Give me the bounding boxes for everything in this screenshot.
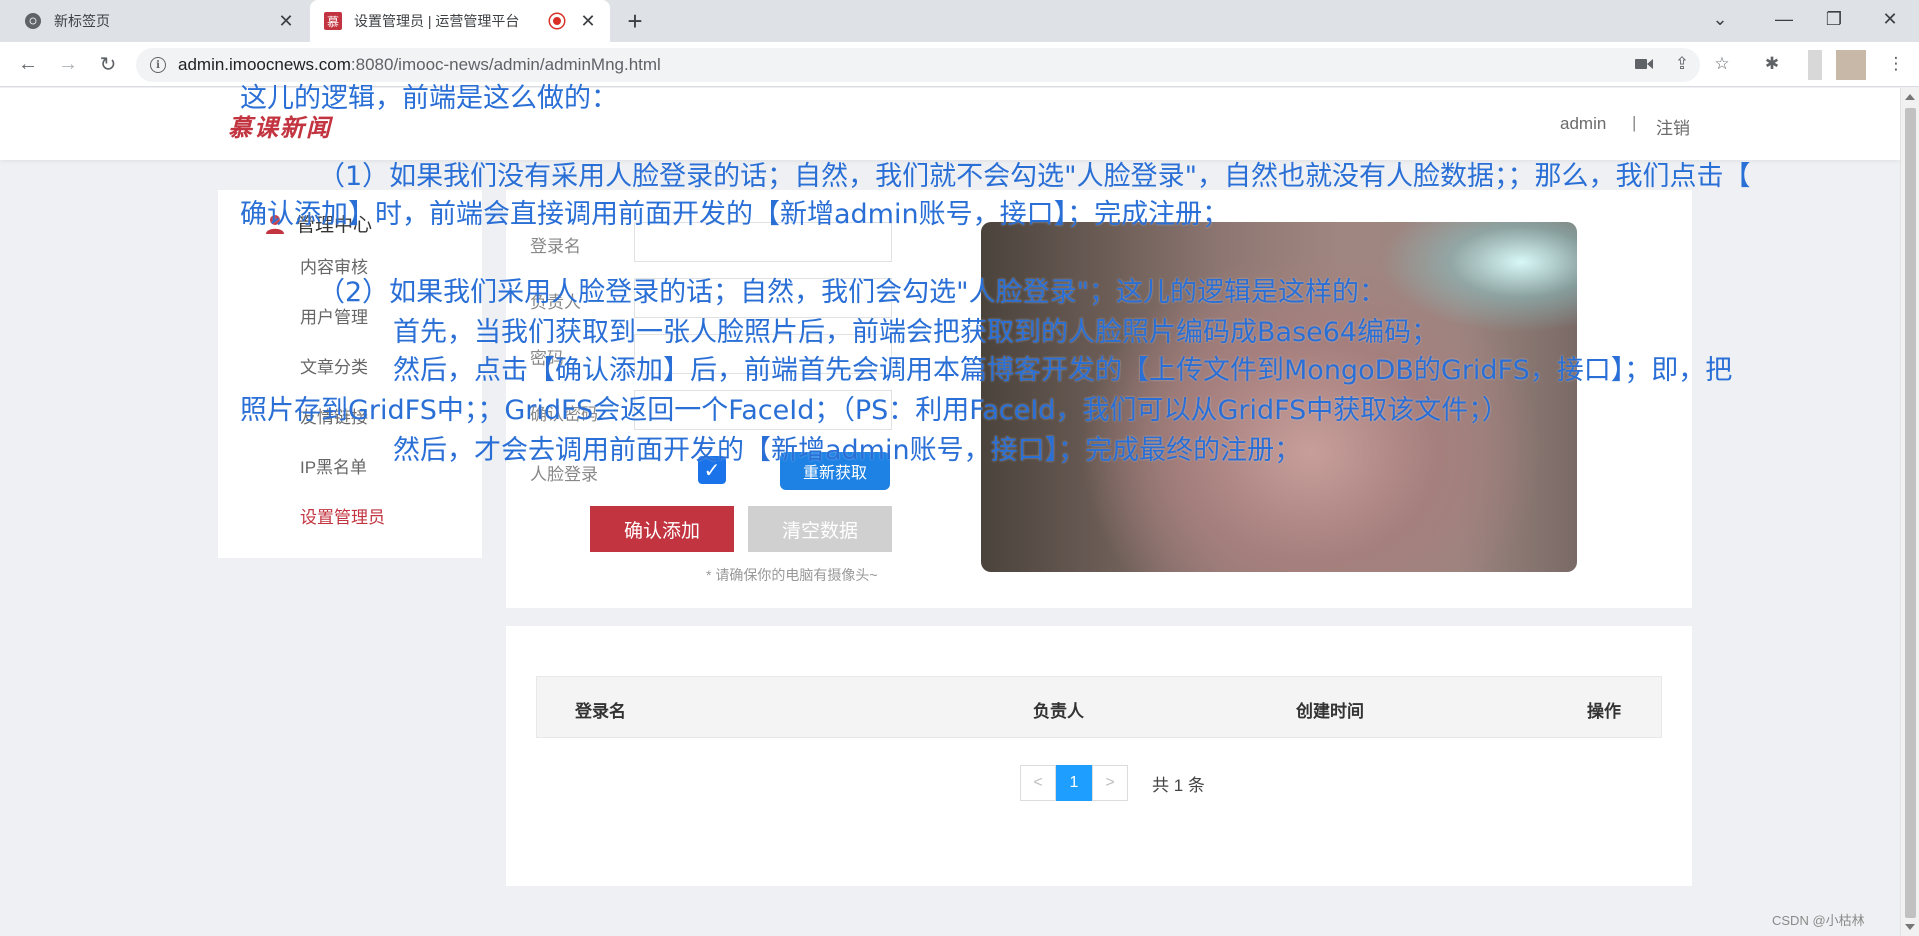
scroll-down-icon[interactable]: [1905, 924, 1915, 930]
tab-close-icon[interactable]: ✕: [578, 11, 598, 32]
recording-indicator-icon: [550, 14, 564, 28]
back-arrow-icon[interactable]: ←: [14, 50, 42, 78]
bookmark-star-icon[interactable]: ☆: [1710, 52, 1734, 76]
admin-list-card: 登录名 负责人 创建时间 操作 < 1 > 共 1 条: [506, 626, 1692, 886]
sidebar-item-article-category[interactable]: 文章分类: [300, 353, 368, 378]
minimize-button[interactable]: —: [1756, 0, 1812, 38]
annotation-line: 首先，当我们获取到一张人脸照片后，前端会把获取到的人脸照片编码成Base64编码…: [393, 317, 1439, 348]
annotation-line: （2）如果我们采用人脸登录的话；自然，我们会勾选"人脸登录"；这儿的逻辑是这样的…: [318, 277, 1387, 308]
annotation-line: （1）如果我们没有采用人脸登录的话；自然，我们就不会勾选"人脸登录"，自然也就没…: [318, 161, 1751, 192]
column-owner: 负责人: [1033, 702, 1084, 721]
annotation-line: 确认添加】时，前端会直接调用前面开发的【新增admin账号，接口】；完成注册；: [240, 199, 1230, 230]
extensions-puzzle-icon[interactable]: ✱: [1760, 52, 1784, 76]
scroll-up-icon[interactable]: [1905, 94, 1915, 100]
annotation-line: 这儿的逻辑，前端是这么做的：: [240, 83, 618, 114]
pagination: < 1 > 共 1 条: [1020, 765, 1205, 801]
site-info-icon[interactable]: i: [150, 57, 166, 73]
new-tab-button[interactable]: +: [620, 6, 650, 37]
reload-icon[interactable]: ↻: [94, 50, 122, 78]
site-favicon-icon: 慕: [324, 12, 342, 30]
url-path: :8080/imooc-news/admin/adminMng.html: [350, 55, 661, 74]
tab-title: 新标签页: [54, 13, 110, 29]
page-1-button[interactable]: 1: [1056, 765, 1092, 801]
column-created-time: 创建时间: [1296, 702, 1364, 721]
forward-arrow-icon[interactable]: →: [54, 50, 82, 78]
chrome-icon: [24, 12, 42, 30]
close-window-button[interactable]: ✕: [1862, 0, 1918, 38]
header-username: admin: [1560, 114, 1607, 133]
tab-admin-mng[interactable]: 慕 设置管理员 | 运营管理平台 ✕: [310, 0, 610, 42]
browser-tab-bar: 新标签页 ✕ 慕 设置管理员 | 运营管理平台 ✕ + ⌄ — ❐ ✕: [0, 0, 1919, 42]
profile-avatar[interactable]: [1808, 50, 1822, 80]
sidebar-item-ip-blacklist[interactable]: IP黑名单: [300, 453, 367, 478]
confirm-add-button[interactable]: 确认添加: [590, 506, 734, 552]
logout-link[interactable]: 注销: [1656, 114, 1690, 139]
header-separator: |: [1632, 113, 1637, 132]
annotation-line: 然后，才会去调用前面开发的【新增admin账号，接口】；完成最终的注册；: [393, 435, 1302, 466]
scroll-thumb[interactable]: [1905, 108, 1916, 918]
csdn-watermark: CSDN @小枯林: [1772, 913, 1865, 928]
share-icon[interactable]: ⇪: [1670, 52, 1694, 76]
page-scrollbar[interactable]: [1900, 88, 1919, 936]
column-username: 登录名: [575, 702, 626, 721]
svg-text:慕: 慕: [327, 15, 339, 29]
sidebar-item-set-admin[interactable]: 设置管理员: [300, 503, 385, 528]
column-actions: 操作: [1587, 702, 1621, 721]
tab-search-icon[interactable]: ⌄: [1692, 0, 1748, 38]
annotation-line: 然后，点击【确认添加】后，前端首先会调用本篇博客开发的【上传文件到MongoDB…: [393, 355, 1733, 386]
tab-close-icon[interactable]: ✕: [276, 11, 296, 32]
url-host: admin.imoocnews.com: [178, 55, 351, 74]
username-label: 登录名: [530, 237, 581, 256]
pagination-total: 共 1 条: [1152, 775, 1205, 795]
next-page-button[interactable]: >: [1092, 765, 1128, 801]
menu-dots-icon[interactable]: ⋮: [1884, 52, 1908, 76]
annotation-line: 照片存到GridFS中；；GridFS会返回一个FaceId；（PS：利用Fac…: [240, 395, 1509, 426]
tab-title: 设置管理员 | 运营管理平台: [354, 13, 520, 29]
prev-page-button[interactable]: <: [1020, 765, 1056, 801]
camera-note: * 请确保你的电脑有摄像头~: [706, 567, 878, 583]
tab-new-tab[interactable]: 新标签页 ✕: [8, 0, 308, 42]
camera-icon[interactable]: [1632, 52, 1656, 76]
clear-data-button[interactable]: 清空数据: [748, 506, 892, 552]
table-header: 登录名 负责人 创建时间 操作: [536, 676, 1662, 738]
restore-button[interactable]: ❐: [1806, 0, 1862, 38]
profile-avatar[interactable]: [1836, 50, 1866, 80]
